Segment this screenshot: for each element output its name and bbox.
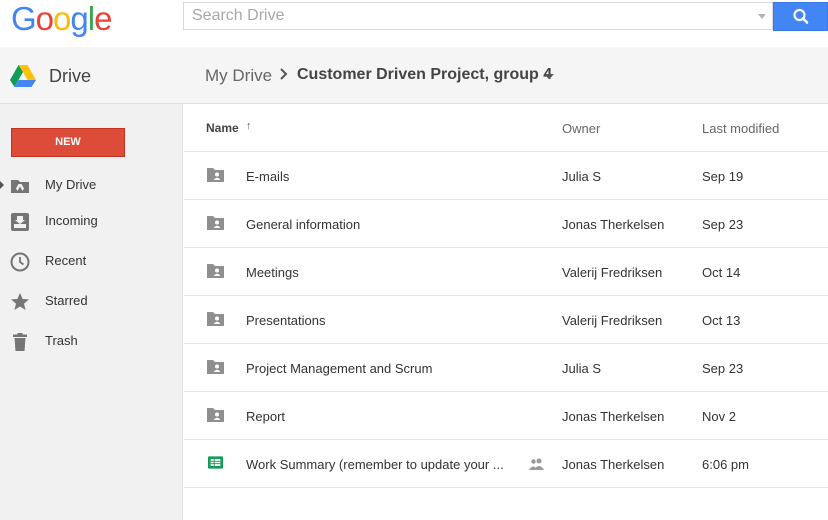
- file-modified: Sep 23: [702, 361, 744, 376]
- file-owner: Valerij Fredriksen: [562, 313, 663, 328]
- star-icon: [11, 293, 29, 310]
- file-name: General information: [246, 217, 361, 232]
- breadcrumb-current[interactable]: Customer Driven Project, group 4: [297, 66, 552, 84]
- file-modified: Sep 19: [702, 169, 744, 184]
- table-row[interactable]: E-mails Julia S Sep 19: [184, 152, 828, 200]
- file-modified: Sep 23: [702, 217, 744, 232]
- chevron-down-icon[interactable]: [544, 74, 554, 79]
- app-title[interactable]: Drive: [49, 66, 91, 87]
- table-row[interactable]: Work Summary (remember to update your ..…: [184, 440, 828, 488]
- table-row[interactable]: Project Management and Scrum Julia S Sep…: [184, 344, 828, 392]
- trash-icon: [13, 333, 27, 351]
- search-icon: [793, 8, 809, 24]
- file-modified: Oct 13: [702, 313, 741, 328]
- file-owner: Jonas Therkelsen: [562, 217, 665, 232]
- file-name: E-mails: [246, 169, 290, 184]
- file-owner: Jonas Therkelsen: [562, 457, 665, 472]
- shared-folder-icon: [207, 312, 224, 326]
- top-bar: Google: [0, 0, 828, 46]
- sidebar-item-trash[interactable]: Trash: [0, 330, 183, 354]
- shared-folder-icon: [207, 264, 224, 278]
- logo-letter: g: [70, 0, 88, 37]
- sidebar-item-label: Recent: [45, 253, 87, 268]
- sidebar-item-label: My Drive: [45, 177, 97, 192]
- file-owner: Valerij Fredriksen: [562, 265, 663, 280]
- logo-letter: G: [11, 0, 37, 37]
- sidebar-item-my-drive[interactable]: My Drive: [0, 174, 183, 198]
- chevron-right-icon: [280, 68, 288, 80]
- sidebar-item-starred[interactable]: Starred: [0, 290, 183, 314]
- clock-icon: [10, 252, 30, 272]
- header-bar: Drive My Drive Customer Driven Project, …: [0, 47, 828, 104]
- table-row[interactable]: Report Jonas Therkelsen Nov 2: [184, 392, 828, 440]
- breadcrumb-root[interactable]: My Drive: [205, 66, 272, 86]
- shared-folder-icon: [207, 216, 224, 230]
- table-row[interactable]: Presentations Valerij Fredriksen Oct 13: [184, 296, 828, 344]
- file-name: Meetings: [246, 265, 299, 280]
- search-box: [183, 2, 773, 30]
- list-header: Name ↑ Owner Last modified: [184, 104, 828, 152]
- table-row[interactable]: Meetings Valerij Fredriksen Oct 14: [184, 248, 828, 296]
- sidebar-item-recent[interactable]: Recent: [0, 250, 183, 274]
- shared-folder-icon: [207, 168, 224, 182]
- incoming-icon: [11, 213, 29, 231]
- drive-logo-icon[interactable]: [10, 65, 36, 87]
- expand-arrow-icon[interactable]: [0, 181, 4, 189]
- shared-people-icon: [529, 458, 544, 470]
- new-button[interactable]: NEW: [11, 128, 125, 157]
- google-logo[interactable]: Google: [11, 0, 112, 39]
- file-modified: 6:06 pm: [702, 457, 749, 472]
- file-owner: Jonas Therkelsen: [562, 409, 665, 424]
- column-header-modified[interactable]: Last modified: [702, 121, 779, 136]
- sort-arrow-icon[interactable]: ↑: [246, 120, 252, 132]
- file-name: Work Summary (remember to update your ..…: [246, 457, 504, 472]
- shared-folder-icon: [207, 408, 224, 422]
- sidebar-item-label: Incoming: [45, 213, 98, 228]
- file-modified: Nov 2: [702, 409, 736, 424]
- sidebar-item-incoming[interactable]: Incoming: [0, 210, 183, 234]
- search-options-caret-icon[interactable]: [758, 14, 766, 19]
- column-header-owner[interactable]: Owner: [562, 121, 600, 136]
- file-name: Report: [246, 409, 286, 424]
- search-input[interactable]: [184, 3, 760, 29]
- spreadsheet-icon: [208, 456, 223, 469]
- sidebar-item-label: Starred: [45, 293, 88, 308]
- file-name: Presentations: [246, 313, 326, 328]
- file-owner: Julia S: [562, 169, 602, 184]
- file-owner: Julia S: [562, 361, 602, 376]
- logo-letter: o: [35, 0, 54, 37]
- shared-folder-icon: [207, 360, 224, 374]
- table-row[interactable]: General information Jonas Therkelsen Sep…: [184, 200, 828, 248]
- sidebar-item-label: Trash: [45, 333, 78, 348]
- logo-letter: e: [94, 0, 112, 37]
- file-modified: Oct 14: [702, 265, 741, 280]
- column-header-name[interactable]: Name: [206, 121, 239, 135]
- search-button[interactable]: [773, 2, 828, 31]
- sidebar: NEW My Drive Incoming Recent Starred Tra…: [0, 104, 183, 520]
- my-drive-icon: [11, 180, 29, 193]
- logo-letter: o: [53, 0, 71, 37]
- file-name: Project Management and Scrum: [246, 361, 433, 376]
